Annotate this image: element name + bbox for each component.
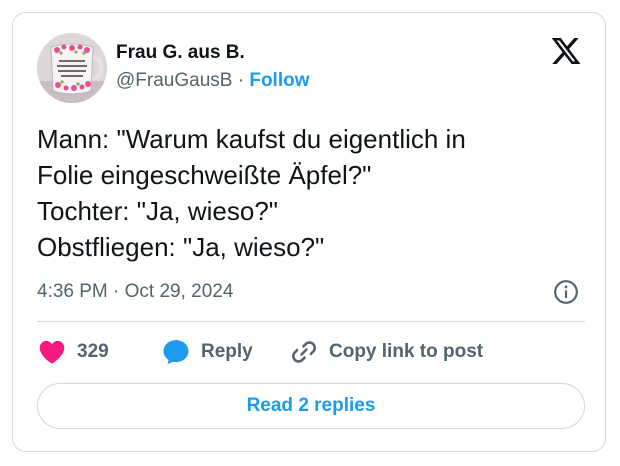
tweet-line: Folie eingeschweißte Äpfel?" xyxy=(37,160,372,190)
avatar[interactable] xyxy=(37,33,107,103)
like-button[interactable]: 329 xyxy=(37,335,109,369)
tweet-line: Mann: "Warum kaufst du eigentlich in xyxy=(37,124,466,154)
reply-button[interactable]: Reply xyxy=(161,335,253,369)
separator-dot: · xyxy=(237,70,245,91)
author-name[interactable]: Frau G. aus B. xyxy=(116,42,245,64)
reply-label: Reply xyxy=(201,341,253,362)
follow-button[interactable]: Follow xyxy=(249,70,309,91)
author-handle-line: @FrauGausB · Follow xyxy=(116,70,310,92)
action-bar: 329 Reply Copy link to post xyxy=(37,335,585,369)
link-icon xyxy=(289,337,319,367)
heart-icon xyxy=(37,337,67,367)
avatar-mug-image xyxy=(37,33,107,103)
like-count: 329 xyxy=(77,341,109,362)
tweet-timestamp[interactable]: 4:36 PM · Oct 29, 2024 xyxy=(37,281,233,303)
x-logo-icon[interactable] xyxy=(550,35,582,67)
tweet-card: Frau G. aus B. @FrauGausB · Follow Mann:… xyxy=(12,12,606,452)
speech-bubble-icon xyxy=(161,337,191,367)
read-replies-button[interactable]: Read 2 replies xyxy=(37,383,585,429)
tweet-line: Tochter: "Ja, wieso?" xyxy=(37,196,279,226)
divider xyxy=(37,321,585,322)
copy-link-label: Copy link to post xyxy=(329,341,484,362)
info-icon[interactable] xyxy=(553,279,579,305)
author-handle[interactable]: @FrauGausB xyxy=(116,70,232,91)
tweet-text: Mann: "Warum kaufst du eigentlich in Fol… xyxy=(37,121,589,265)
tweet-line: Obstfliegen: "Ja, wieso?" xyxy=(37,232,325,262)
copy-link-button[interactable]: Copy link to post xyxy=(289,335,483,369)
